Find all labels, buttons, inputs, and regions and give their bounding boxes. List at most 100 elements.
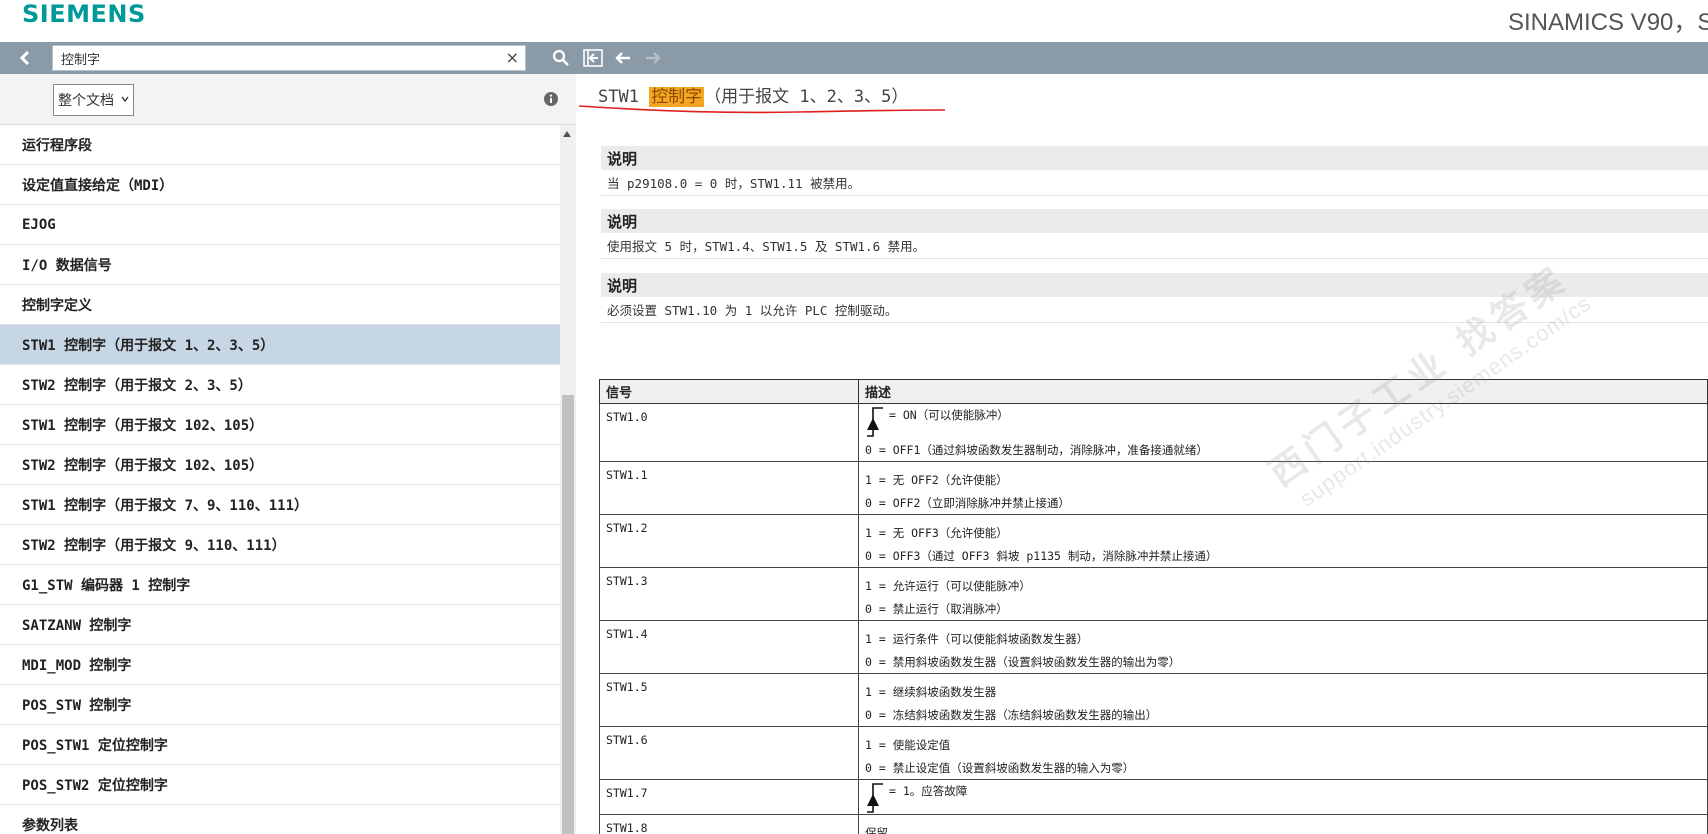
toc-item[interactable]: G1_STW 编码器 1 控制字 <box>0 565 560 605</box>
description-cell: 保留 <box>858 814 1708 834</box>
edge-text: = 1。应答故障 <box>889 784 968 798</box>
siemens-logo: SIEMENS <box>22 0 146 28</box>
toc-item[interactable]: STW2 控制字（用于报文 102、105） <box>0 445 560 485</box>
toc-item[interactable]: POS_STW 控制字 <box>0 685 560 725</box>
search-button[interactable] <box>551 48 571 68</box>
toc-item[interactable]: STW1 控制字（用于报文 102、105） <box>0 405 560 445</box>
description-line: 1 = 无 OFF2（允许使能） <box>865 472 1008 487</box>
description-line: 1 = 使能设定值 <box>865 737 951 752</box>
signal-cell: STW1.8 <box>599 814 859 834</box>
table-row: STW1.1 1 = 无 OFF2（允许使能） 0 = OFF2（立即消除脉冲并禁止… <box>599 461 1708 515</box>
description-cell: 1 = 允许运行（可以使能脉冲） 0 = 禁止运行（取消脉冲） <box>858 567 1708 621</box>
content-pane: STW1 控制字 （用于报文 1、2、3、5） 说明当 p29108.0 = 0 … <box>577 74 1708 834</box>
note-block: 说明 必须设置 STW1.10 为 1 以允许 PLC 控制驱动。 <box>601 273 1708 323</box>
arrow-right-icon <box>646 52 661 64</box>
info-icon[interactable] <box>543 91 559 107</box>
toc-item[interactable]: 参数列表 <box>0 805 560 834</box>
note-heading: 说明 <box>601 209 1708 233</box>
description-line: 1 = 运行条件（可以使能斜坡函数发生器） <box>865 631 1089 646</box>
toc-item[interactable]: STW1 控制字（用于报文 1、2、3、5） <box>0 325 560 365</box>
description-cell: = ON（可以使能脉冲） 0 = OFF1（通过斜坡函数发生器制动，消除脉冲，准备… <box>858 403 1708 462</box>
toc-list: 运行程序段 设定值直接给定（MDI） EJOG I/O 数据信号 控制字定义 STW1 控… <box>0 125 560 834</box>
next-topic-button[interactable] <box>643 48 663 68</box>
description-cell: = 1。应答故障 <box>858 779 1708 815</box>
toc-scrollbar[interactable] <box>560 125 576 834</box>
table-row: STW1.0 = ON（可以使能脉冲） 0 = OFF1（通过斜坡函数发生器制动，消… <box>599 403 1708 462</box>
rising-edge-icon <box>867 407 883 437</box>
collapse-toc-button[interactable] <box>583 48 603 68</box>
table-row: STW1.2 1 = 无 OFF3（允许使能） 0 = OFF3（通过 OFF3 斜… <box>599 514 1708 568</box>
previous-topic-button[interactable] <box>613 48 633 68</box>
description-line: 1 = 继续斜坡函数发生器 <box>865 684 997 699</box>
table-row: STW1.4 1 = 运行条件（可以使能斜坡函数发生器） 0 = 禁用斜坡函数发生器… <box>599 620 1708 674</box>
toc-item[interactable]: 设定值直接给定（MDI） <box>0 165 560 205</box>
description-line: 0 = 禁用斜坡函数发生器（设置斜坡函数发生器的输出为零） <box>865 654 1181 669</box>
toc-item[interactable]: 运行程序段 <box>0 125 560 165</box>
signal-cell: STW1.1 <box>599 461 859 515</box>
toc-item[interactable]: STW1 控制字（用于报文 7、9、110、111） <box>0 485 560 525</box>
description-line: 1 = 允许运行（可以使能脉冲） <box>865 578 1031 593</box>
toc-item[interactable]: I/O 数据信号 <box>0 245 560 285</box>
description-line: 0 = 冻结斜坡函数发生器（冻结斜坡函数发生器的输出） <box>865 707 1158 722</box>
toc-item[interactable]: POS_STW1 定位控制字 <box>0 725 560 765</box>
signal-cell: STW1.3 <box>599 567 859 621</box>
signal-cell: STW1.2 <box>599 514 859 568</box>
description-line: 保留 <box>865 825 888 834</box>
search-input[interactable] <box>61 48 491 68</box>
description-line: 1 = 无 OFF3（允许使能） <box>865 525 1008 540</box>
table-row: STW1.7 = 1。应答故障 <box>599 779 1708 815</box>
description-cell: 1 = 无 OFF2（允许使能） 0 = OFF2（立即消除脉冲并禁止接通） <box>858 461 1708 515</box>
search-icon <box>552 49 569 66</box>
description-cell: 1 = 使能设定值 0 = 禁止设定值（设置斜坡函数发生器的输入为零） <box>858 726 1708 780</box>
table-row: STW1.8 保留 <box>599 814 1708 834</box>
note-text: 当 p29108.0 = 0 时，STW1.11 被禁用。 <box>601 170 1708 196</box>
toc-item[interactable]: MDI_MOD 控制字 <box>0 645 560 685</box>
note-text: 必须设置 STW1.10 为 1 以允许 PLC 控制驱动。 <box>601 297 1708 323</box>
chevron-left-icon <box>19 50 30 66</box>
description-line: 0 = 禁止运行（取消脉冲） <box>865 601 1008 616</box>
table-row: STW1.5 1 = 继续斜坡函数发生器 0 = 冻结斜坡函数发生器（冻结斜坡函数发… <box>599 673 1708 727</box>
signal-cell: STW1.6 <box>599 726 859 780</box>
signal-cell: STW1.0 <box>599 403 859 462</box>
toc-item[interactable]: STW2 控制字（用于报文 2、3、5） <box>0 365 560 405</box>
search-box: × <box>52 45 526 71</box>
toc-item[interactable]: STW2 控制字（用于报文 9、110、111） <box>0 525 560 565</box>
col-signal-header: 信号 <box>599 379 859 404</box>
description-cell: 1 = 继续斜坡函数发生器 0 = 冻结斜坡函数发生器（冻结斜坡函数发生器的输出） <box>858 673 1708 727</box>
scroll-thumb[interactable] <box>562 395 574 834</box>
toc-item[interactable]: SATZANW 控制字 <box>0 605 560 645</box>
rising-edge-icon <box>867 783 883 813</box>
app-header: SIEMENS SINAMICS V90，S <box>0 0 1708 42</box>
description-line: 0 = OFF1（通过斜坡函数发生器制动，消除脉冲，准备接通就绪） <box>865 442 1208 457</box>
arrow-left-icon <box>615 52 630 64</box>
scroll-up-arrow[interactable] <box>563 131 571 137</box>
search-scope-select[interactable]: 整个文档 <box>53 84 134 116</box>
product-title: SINAMICS V90，S <box>1508 9 1708 36</box>
note-heading: 说明 <box>601 146 1708 170</box>
description-cell: 1 = 运行条件（可以使能斜坡函数发生器） 0 = 禁用斜坡函数发生器（设置斜坡函… <box>858 620 1708 674</box>
table-header-row: 信号 描述 <box>599 379 1708 404</box>
collapse-panel-icon <box>583 49 603 67</box>
note-heading: 说明 <box>601 273 1708 297</box>
toc-item[interactable]: 控制字定义 <box>0 285 560 325</box>
edge-description: = ON（可以使能脉冲） <box>865 406 1703 438</box>
signal-cell: STW1.5 <box>599 673 859 727</box>
description-line: 0 = 禁止设定值（设置斜坡函数发生器的输入为零） <box>865 760 1135 775</box>
back-button[interactable] <box>0 42 50 74</box>
red-underline-annotation <box>578 105 946 114</box>
search-scope-bar: 整个文档 <box>0 74 576 125</box>
signal-table: 信号 描述 STW1.0 = ON（可以使能脉冲） 0 = OFF1（通过斜坡函数发… <box>599 379 1708 834</box>
signal-cell: STW1.4 <box>599 620 859 674</box>
toc-item[interactable]: EJOG <box>0 205 560 245</box>
toc-sidebar: 整个文档 运行程序段 设定值直接给定（MDI） EJOG I/O 数据信号 控制字定义 S… <box>0 74 576 834</box>
table-row: STW1.3 1 = 允许运行（可以使能脉冲） 0 = 禁止运行（取消脉冲） <box>599 567 1708 621</box>
note-text: 使用报文 5 时，STW1.4、STW1.5 及 STW1.6 禁用。 <box>601 233 1708 259</box>
toc-item[interactable]: POS_STW2 定位控制字 <box>0 765 560 805</box>
clear-search-button[interactable]: × <box>506 48 519 68</box>
edge-text: = ON（可以使能脉冲） <box>889 408 1009 422</box>
description-cell: 1 = 无 OFF3（允许使能） 0 = OFF3（通过 OFF3 斜坡 p113… <box>858 514 1708 568</box>
signal-cell: STW1.7 <box>599 779 859 815</box>
edge-description: = 1。应答故障 <box>865 782 1703 814</box>
col-description-header: 描述 <box>858 379 1708 404</box>
table-row: STW1.6 1 = 使能设定值 0 = 禁止设定值（设置斜坡函数发生器的输入为零） <box>599 726 1708 780</box>
